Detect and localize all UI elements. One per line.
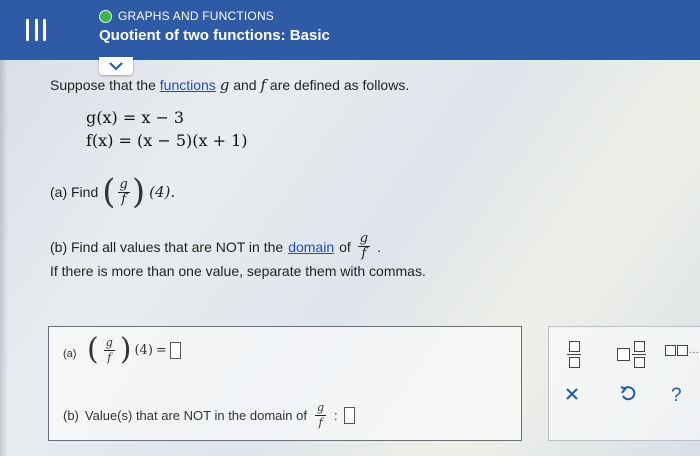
undo-icon[interactable] — [619, 385, 637, 403]
frac-den: f — [121, 191, 127, 207]
answer-a-label: (a) — [63, 348, 77, 360]
mixed-number-button[interactable] — [617, 341, 646, 368]
part-a-arg: (4). — [149, 183, 176, 201]
topic-status-icon — [99, 9, 112, 23]
part-b-of: of — [339, 238, 351, 255]
frac-den: f — [107, 350, 112, 364]
instruction-note: If there is more than one value, separat… — [50, 263, 426, 279]
header-bar: GRAPHS AND FUNCTIONS Quotient of two fun… — [0, 0, 700, 60]
answer-a-expression: ( gf ) (4) = — [87, 335, 181, 365]
frac-num: g — [314, 401, 327, 416]
answer-a-equals: = — [155, 342, 167, 358]
equation-g: g(x) = x − 3 — [86, 108, 185, 127]
question-intro: Suppose that the functions g and f are d… — [50, 76, 409, 94]
equation-f: f(x) = (x − 5)(x + 1) — [86, 131, 248, 150]
topic-label: GRAPHS AND FUNCTIONS — [118, 9, 275, 23]
domain-link[interactable]: domain — [288, 239, 334, 255]
box-icon — [665, 345, 676, 356]
answer-a-input[interactable] — [169, 341, 181, 359]
help-button[interactable]: ? — [671, 385, 682, 407]
box-icon — [677, 345, 688, 356]
frac-num: g — [103, 335, 115, 351]
frac-num: g — [357, 231, 371, 247]
answer-box: (a) ( gf ) (4) = (b) Value(s) that are N… — [48, 326, 522, 441]
answer-b-label: (b) — [63, 408, 79, 423]
frac-den: f — [361, 246, 367, 261]
answer-b-row: (b) Value(s) that are NOT in the domain … — [63, 401, 355, 430]
more-templates-button[interactable]: … — [665, 345, 699, 356]
more-label: … — [689, 345, 699, 356]
intro-and: and — [233, 77, 257, 93]
topic-row: GRAPHS AND FUNCTIONS — [99, 9, 274, 23]
var-g: g — [219, 76, 230, 94]
chevron-down-icon[interactable] — [99, 57, 133, 75]
edge-shadow — [0, 60, 8, 456]
intro-prefix: Suppose that the — [50, 77, 156, 93]
answer-b-colon: : — [334, 408, 338, 423]
part-a-prompt: (a) Find ( gf ) (4). — [50, 175, 175, 209]
fraction-template-button[interactable] — [567, 341, 581, 368]
functions-link[interactable]: functions — [160, 77, 216, 93]
function-definitions: g(x) = x − 3 f(x) = (x − 5)(x + 1) — [86, 106, 248, 152]
answer-b-input[interactable] — [343, 407, 355, 424]
math-toolbar: … ? — [548, 326, 700, 441]
fraction-icon — [567, 341, 581, 368]
x-icon[interactable] — [565, 387, 579, 401]
frac-den: f — [318, 416, 323, 429]
frac-num: g — [117, 176, 130, 193]
quotient-g-over-f: ( gf ) — [102, 172, 146, 212]
menu-icon[interactable] — [26, 19, 46, 41]
answer-a-arg: (4) — [134, 342, 153, 358]
part-a-label: (a) Find — [50, 184, 99, 200]
part-b-end: . — [377, 238, 382, 255]
answer-b-text: Value(s) that are NOT in the domain of — [84, 408, 307, 423]
intro-suffix: are defined as follows. — [269, 77, 410, 93]
part-b-prefix: (b) Find all values that are NOT in the — [50, 238, 284, 255]
part-b-prompt: (b) Find all values that are NOT in the … — [50, 232, 381, 261]
page-title: Quotient of two functions: Basic — [99, 27, 330, 44]
mixed-number-icon — [617, 348, 630, 361]
var-f: f — [260, 76, 267, 94]
